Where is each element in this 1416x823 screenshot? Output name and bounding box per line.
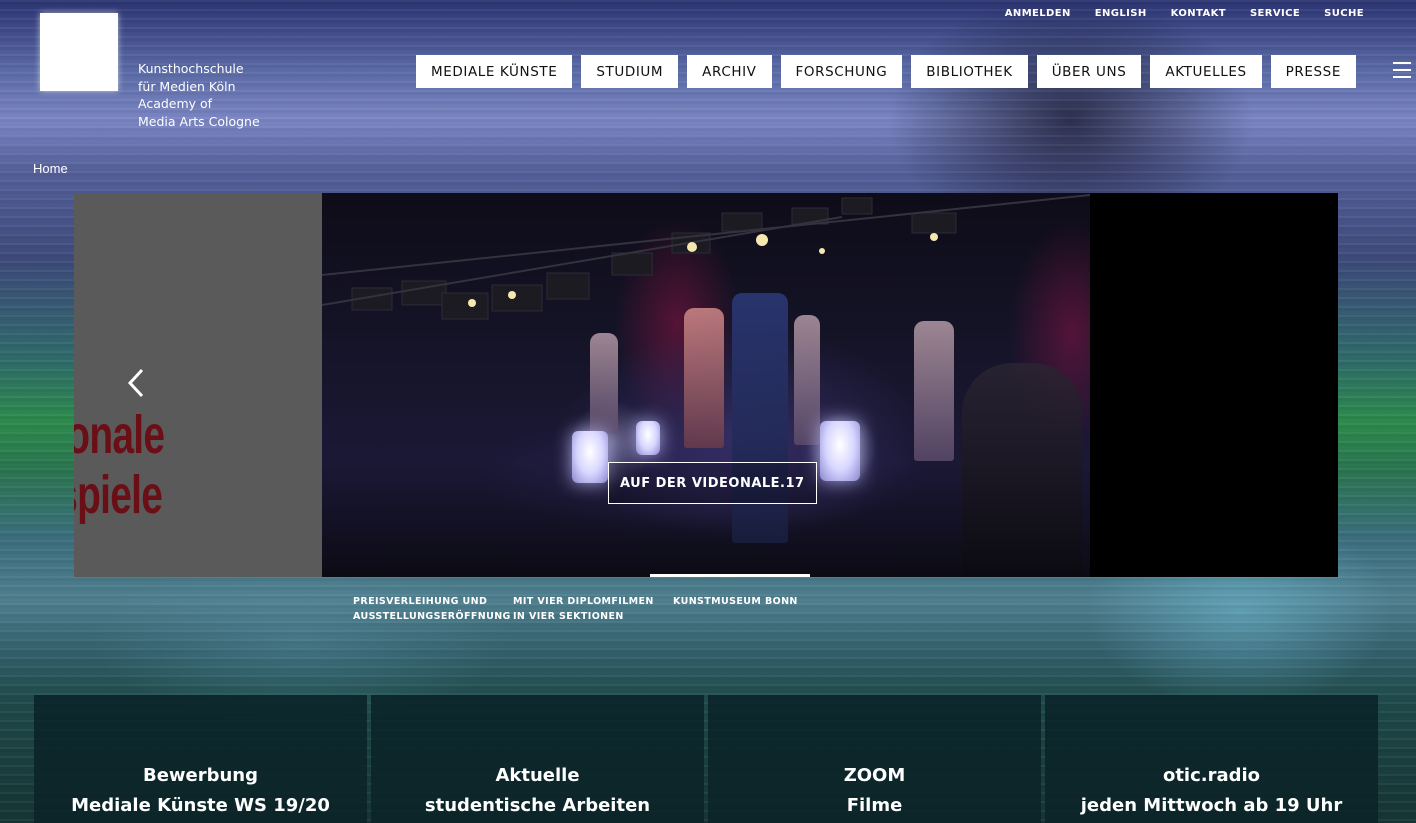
nav-bibliothek[interactable]: BIBLIOTHEK [911, 55, 1028, 88]
hamburger-bar [1393, 76, 1411, 78]
thumb-line: AUSSTELLUNGSERÖFFNUNG [353, 611, 511, 622]
hero-slider: tionale tspiele [74, 193, 1338, 577]
tile-title: otic.radio [1162, 765, 1261, 786]
login-link[interactable]: ANMELDEN [1005, 8, 1071, 19]
hamburger-bar [1393, 69, 1411, 71]
tile-title: Aktuelle [495, 765, 580, 786]
light-cube [820, 421, 860, 481]
slide-previous-text: tionale tspiele [74, 405, 165, 525]
performer-figure [794, 315, 820, 445]
teaser-tiles: Bewerbung Mediale Künste WS 19/20 Aktuel… [34, 695, 1378, 823]
slide-thumb-label[interactable]: KUNSTMUSEUM BONN [673, 594, 813, 624]
logo[interactable] [40, 13, 118, 91]
performer-figure [684, 308, 724, 448]
tile-bewerbung[interactable]: Bewerbung Mediale Künste WS 19/20 [34, 695, 367, 823]
slide-current[interactable]: AUF DER VIDEONALE.17 [322, 193, 1090, 577]
hamburger-bar [1393, 62, 1411, 64]
main-nav: MEDIALE KÜNSTE STUDIUM ARCHIV FORSCHUNG … [416, 55, 1356, 88]
nav-mediale-kuenste[interactable]: MEDIALE KÜNSTE [416, 55, 573, 88]
tile-subtitle: jeden Mittwoch ab 19 Uhr [1080, 795, 1343, 816]
slide-thumb-label[interactable]: PREISVERLEIHUNG UND AUSSTELLUNGSERÖFFNUN… [353, 594, 511, 624]
breadcrumb[interactable]: Home [33, 161, 68, 176]
tile-otic-radio[interactable]: otic.radio jeden Mittwoch ab 19 Uhr [1045, 695, 1378, 823]
tagline-line: für Medien Köln [138, 78, 236, 94]
nav-aktuelles[interactable]: AKTUELLES [1150, 55, 1262, 88]
contact-link[interactable]: KONTAKT [1171, 8, 1226, 19]
hamburger-menu-icon[interactable] [1393, 62, 1411, 78]
performer-figure [590, 333, 618, 433]
tile-subtitle: Mediale Künste WS 19/20 [71, 795, 330, 816]
tile-zoom-filme[interactable]: ZOOM Filme [708, 695, 1041, 823]
nav-studium[interactable]: STUDIUM [581, 55, 679, 88]
slide-next[interactable] [1090, 193, 1338, 577]
thumb-line: PREISVERLEIHUNG UND [353, 596, 488, 607]
nav-ueber-uns[interactable]: ÜBER UNS [1036, 55, 1142, 88]
slide-text-line: tionale [74, 405, 165, 465]
slide-active-indicator [650, 574, 810, 577]
search-link[interactable]: SUCHE [1324, 8, 1364, 19]
thumb-line: MIT VIER DIPLOMFILMEN [513, 596, 654, 607]
utility-nav: ANMELDEN ENGLISH KONTAKT SERVICE SUCHE [1005, 8, 1364, 19]
performer-figure [914, 321, 954, 461]
nav-forschung[interactable]: FORSCHUNG [780, 55, 903, 88]
tagline-line: Media Arts Cologne [138, 113, 260, 129]
nav-presse[interactable]: PRESSE [1270, 55, 1356, 88]
service-link[interactable]: SERVICE [1250, 8, 1300, 19]
audience-figure [962, 363, 1082, 577]
thumb-line: KUNSTMUSEUM BONN [673, 596, 798, 607]
light-cube [636, 421, 660, 455]
performer-figure [732, 293, 788, 543]
logo-tagline: Kunsthochschule für Medien Köln Academy … [138, 60, 260, 130]
tile-title: ZOOM [843, 765, 906, 786]
tile-title: Bewerbung [142, 765, 259, 786]
thumb-line: IN VIER SEKTIONEN [513, 611, 624, 622]
slide-previous[interactable]: tionale tspiele [74, 193, 322, 577]
tile-subtitle: Filme [846, 795, 903, 816]
nav-archiv[interactable]: ARCHIV [687, 55, 772, 88]
slide-thumbnail-labels: PREISVERLEIHUNG UND AUSSTELLUNGSERÖFFNUN… [353, 594, 821, 624]
tile-subtitle: studentische Arbeiten [424, 795, 651, 816]
tagline-line: Academy of [138, 96, 213, 111]
light-cube [572, 431, 608, 483]
english-link[interactable]: ENGLISH [1095, 8, 1147, 19]
slide-caption-button[interactable]: AUF DER VIDEONALE.17 [608, 462, 817, 504]
chevron-left-icon[interactable] [124, 367, 148, 399]
slide-thumb-label[interactable]: MIT VIER DIPLOMFILMEN IN VIER SEKTIONEN [513, 594, 665, 624]
slide-text-line: tspiele [74, 465, 163, 525]
tile-studentische-arbeiten[interactable]: Aktuelle studentische Arbeiten [371, 695, 704, 823]
tagline-line: Kunsthochschule [138, 61, 244, 76]
